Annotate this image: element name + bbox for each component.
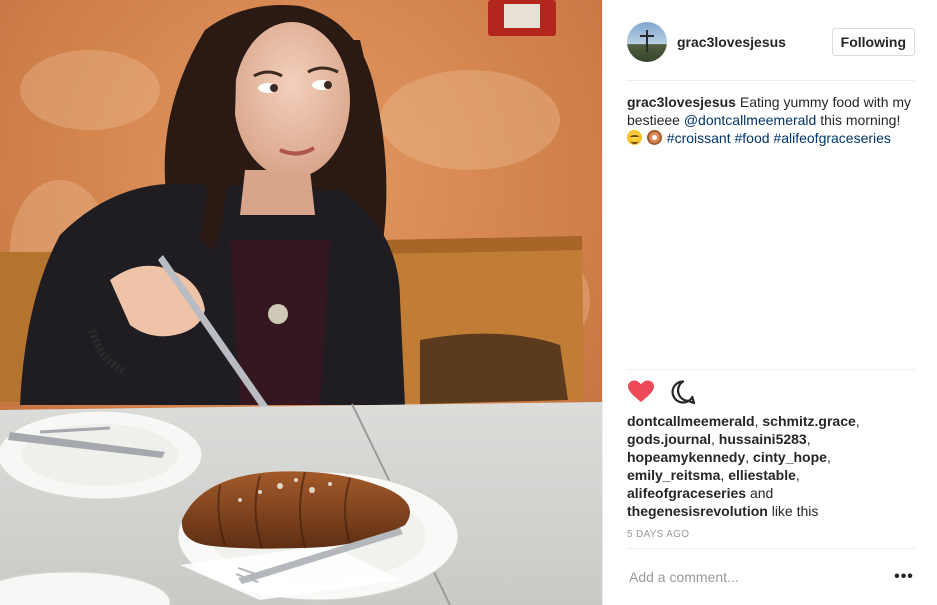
post-caption: grac3lovesjesus Eating yummy food with m…: [627, 93, 917, 147]
post-photo[interactable]: [0, 0, 602, 605]
post-header: grac3lovesjesus Following: [627, 20, 915, 64]
comment-button[interactable]: [669, 378, 697, 406]
hashtag-link[interactable]: #alifeofgraceseries: [773, 130, 891, 146]
caption-username[interactable]: grac3lovesjesus: [627, 94, 736, 110]
post-photo-illustration: [0, 0, 602, 605]
like-button[interactable]: [627, 378, 655, 406]
caption-divider: [627, 369, 915, 370]
caption-mention-link[interactable]: @dontcallmeemerald: [684, 112, 817, 128]
author-username[interactable]: grac3lovesjesus: [677, 34, 786, 50]
doughnut-emoji-icon: [646, 130, 662, 145]
post-actions: [627, 378, 711, 406]
liker-username[interactable]: alifeofgraceseries: [627, 485, 746, 501]
likes-suffix: like this: [771, 503, 819, 519]
comment-divider: [627, 548, 915, 549]
hashtag-link[interactable]: #food: [734, 130, 769, 146]
post-details-panel: grac3lovesjesus Following grac3lovesjesu…: [602, 0, 937, 605]
smiling-face-emoji-icon: [627, 130, 642, 145]
liker-username[interactable]: dontcallmeemerald: [627, 413, 755, 429]
post-timestamp[interactable]: 5 DAYS AGO: [627, 529, 689, 540]
liker-username[interactable]: thegenesisrevolution: [627, 503, 768, 519]
more-options-button[interactable]: •••: [893, 568, 915, 585]
comment-form: •••: [627, 560, 915, 594]
comment-icon: [671, 380, 696, 405]
likes-summary: dontcallmeemerald, schmitz.grace, gods.j…: [627, 413, 860, 519]
liker-username[interactable]: hopeamykennedy: [627, 449, 745, 465]
avatar-cross-vertical: [646, 30, 648, 52]
likes-and-word: and: [749, 485, 774, 501]
liker-username[interactable]: hussaini5283: [719, 431, 807, 447]
liker-username[interactable]: cinty_hope: [753, 449, 827, 465]
comment-input[interactable]: [627, 569, 893, 585]
avatar[interactable]: [627, 22, 667, 62]
liker-username[interactable]: schmitz.grace: [762, 413, 855, 429]
liker-username[interactable]: emily_reitsma: [627, 467, 720, 483]
hashtag-link[interactable]: #croissant: [667, 130, 731, 146]
header-divider: [627, 80, 915, 81]
following-button[interactable]: Following: [831, 28, 915, 56]
more-options-icon: •••: [894, 568, 914, 585]
liker-username[interactable]: gods.journal: [627, 431, 711, 447]
avatar-cross-horizontal: [640, 35, 654, 37]
heart-icon: [628, 380, 654, 402]
caption-text-after: this morning!: [816, 112, 901, 128]
liker-username[interactable]: elliestable: [728, 467, 796, 483]
